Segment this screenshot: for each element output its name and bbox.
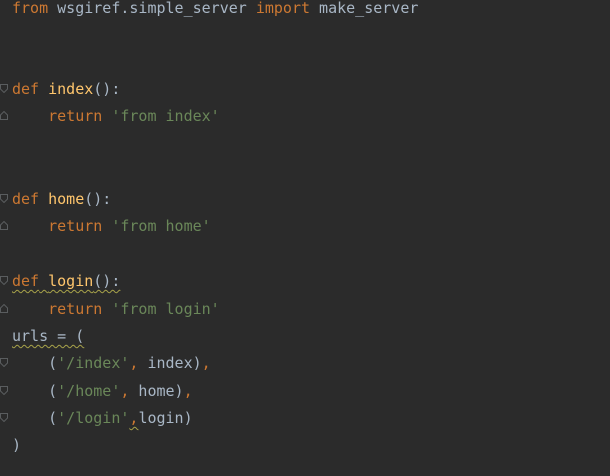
- code-token: def: [12, 80, 40, 98]
- code-line[interactable]: return 'from index': [0, 106, 610, 126]
- code-token: ): [12, 436, 22, 454]
- code-token: login: [48, 272, 94, 290]
- fold-close-icon[interactable]: [0, 221, 8, 230]
- code-token: wsgiref.simple_server: [48, 0, 256, 17]
- code-token: (: [12, 409, 58, 427]
- code-text: ('/home', home),: [12, 381, 193, 401]
- code-token: ,: [183, 382, 193, 400]
- code-token: ():: [84, 190, 112, 208]
- code-text: ): [12, 435, 21, 455]
- code-token: '/home': [57, 382, 121, 400]
- code-token: from: [12, 0, 49, 17]
- code-text: ('/index', index),: [12, 353, 211, 373]
- code-token: login): [138, 409, 193, 427]
- code-text: return 'from home': [12, 216, 211, 236]
- fold-open-icon[interactable]: [0, 413, 8, 422]
- code-text: ('/login',login): [12, 408, 193, 428]
- code-text: urls = (: [12, 326, 84, 346]
- code-token: return: [12, 107, 103, 125]
- fold-close-icon[interactable]: [0, 304, 8, 313]
- code-line[interactable]: def home():: [0, 189, 610, 209]
- code-token: def: [12, 190, 40, 208]
- fold-close-icon[interactable]: [0, 111, 8, 120]
- code-text: def home():: [12, 189, 111, 209]
- code-line[interactable]: [0, 52, 610, 72]
- code-token: 'from login': [111, 300, 220, 318]
- code-line[interactable]: from wsgiref.simple_server import make_s…: [0, 0, 610, 18]
- code-token: ():: [93, 80, 121, 98]
- code-token: return: [12, 217, 103, 235]
- code-token: (: [12, 382, 58, 400]
- code-token: '/login': [57, 409, 130, 427]
- code-text: from wsgiref.simple_server import make_s…: [12, 0, 418, 18]
- code-token: return: [12, 300, 103, 318]
- code-token: ,: [201, 354, 211, 372]
- code-token: ():: [93, 272, 121, 290]
- code-token: make_server: [310, 0, 419, 17]
- code-line[interactable]: ('/home', home),: [0, 381, 610, 401]
- code-token: 'from home': [111, 217, 211, 235]
- code-token: index): [138, 354, 202, 372]
- code-line[interactable]: urls = (: [0, 326, 610, 346]
- fold-open-icon[interactable]: [0, 358, 8, 367]
- code-token: urls = (: [12, 327, 85, 345]
- code-text: def index():: [12, 79, 120, 99]
- code-text: return 'from index': [12, 106, 220, 126]
- code-token: index: [48, 80, 94, 98]
- code-token: '/index': [57, 354, 130, 372]
- code-line[interactable]: return 'from login': [0, 299, 610, 319]
- code-token: import: [255, 0, 311, 17]
- fold-open-icon[interactable]: [0, 84, 8, 93]
- code-line[interactable]: [0, 134, 610, 154]
- code-line[interactable]: ('/login',login): [0, 408, 610, 428]
- code-line[interactable]: [0, 25, 610, 45]
- code-line[interactable]: ('/index', index),: [0, 353, 610, 373]
- code-line[interactable]: [0, 244, 610, 264]
- code-token: 'from index': [111, 107, 220, 125]
- code-line[interactable]: return 'from home': [0, 216, 610, 236]
- code-line[interactable]: def login():: [0, 271, 610, 291]
- code-token: home: [48, 190, 85, 208]
- code-line[interactable]: ): [0, 435, 610, 455]
- code-token: def: [12, 272, 40, 290]
- code-token: home): [129, 382, 184, 400]
- code-text: return 'from login': [12, 299, 220, 319]
- code-text: def login():: [12, 271, 120, 291]
- code-line[interactable]: def index():: [0, 79, 610, 99]
- code-line[interactable]: [0, 161, 610, 181]
- fold-open-icon[interactable]: [0, 194, 8, 203]
- code-editor[interactable]: from wsgiref.simple_server import make_s…: [0, 0, 610, 476]
- fold-open-icon[interactable]: [0, 276, 8, 285]
- fold-open-icon[interactable]: [0, 386, 8, 395]
- code-token: (: [12, 354, 58, 372]
